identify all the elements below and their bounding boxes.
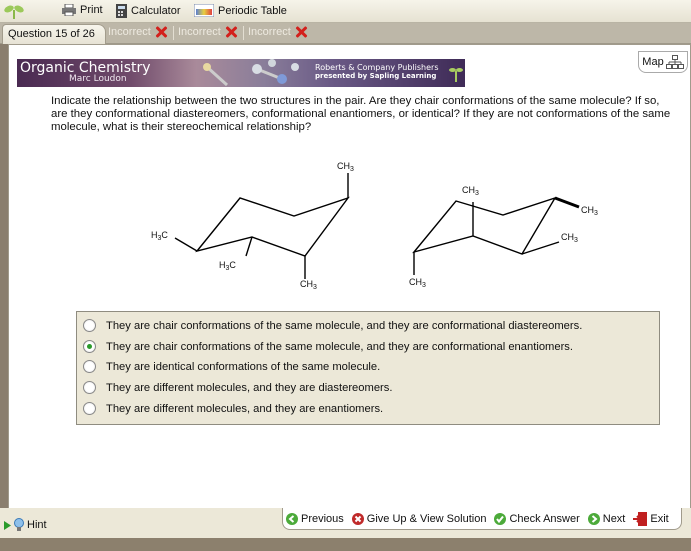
right-ch3-right-upper: CH3 [581,205,598,217]
banner-author: Marc Loudon [69,74,127,84]
left-chair-structure [174,173,350,279]
calculator-label: Calculator [131,5,181,17]
question-tab[interactable]: Question 15 of 26 [2,24,106,44]
exit-label: Exit [650,512,669,525]
choice-option-4[interactable]: They are different molecules, and they a… [83,381,392,394]
incorrect-x-icon [295,26,307,38]
map-button[interactable]: Map [638,51,688,73]
attempt-label: Incorrect [108,26,151,38]
expand-arrow-icon [4,520,11,530]
calculator-button[interactable]: Calculator [116,4,181,18]
choice-label: They are chair conformations of the same… [106,319,583,332]
question-panel: Organic Chemistry Marc Loudon Roberts & … [8,44,691,510]
sapling-logo-icon [4,5,24,19]
chair-structures-figure: CH3 H3C H3C CH3 CH3 CH3 CH3 CH3 [151,161,598,291]
check-answer-button[interactable]: Check Answer [494,512,580,525]
question-number: Question 15 of 26 [8,28,95,40]
attempt-status-1: Incorrect [108,26,167,38]
choice-radio-selected[interactable] [83,340,96,353]
hint-label: Hint [27,519,47,531]
attempt-status-3: Incorrect [248,26,307,38]
left-ch3-top: CH3 [337,161,354,173]
divider [173,26,174,40]
attempt-label: Incorrect [178,26,221,38]
molecule-graphic-icon [203,59,299,87]
sapling-sprout-icon [449,68,463,82]
choice-option-5[interactable]: They are different molecules, and they a… [83,402,383,415]
choice-option-2[interactable]: They are chair conformations of the same… [83,340,573,353]
divider [243,26,244,40]
check-icon [494,512,507,525]
periodic-table-button[interactable]: Periodic Table [194,4,287,17]
choice-radio[interactable] [83,360,96,373]
lightbulb-icon [14,518,24,531]
textbook-banner: Organic Chemistry Marc Loudon Roberts & … [17,59,465,87]
calculator-icon [116,4,127,18]
exit-door-icon [633,511,648,526]
choice-radio[interactable] [83,381,96,394]
right-ch3-bottom: CH3 [409,277,426,289]
top-toolbar: Print Calculator Periodic Table [0,0,691,23]
choice-option-3[interactable]: They are identical conformations of the … [83,360,380,373]
question-text: Indicate the relationship between the tw… [51,95,671,133]
sitemap-icon [665,55,684,69]
printer-icon [62,4,76,16]
give-up-button[interactable]: Give Up & View Solution [351,512,487,525]
incorrect-x-icon [225,26,237,38]
left-h3c-left: H3C [151,230,168,242]
choice-label: They are identical conformations of the … [106,360,381,373]
choice-label: They are different molecules, and they a… [106,402,384,415]
next-label: Next [602,512,626,525]
choice-label: They are different molecules, and they a… [106,381,393,394]
choice-radio[interactable] [83,319,96,332]
choice-label: They are chair conformations of the same… [106,340,574,353]
hint-button[interactable]: Hint [4,518,47,532]
give-up-x-icon [351,512,364,525]
left-h3c-bottom: H3C [219,260,236,272]
periodic-table-label: Periodic Table [218,4,287,17]
bottom-bar: Hint Previous Give Up & View Solution Ch… [0,508,691,538]
give-up-label: Give Up & View Solution [366,512,487,525]
exit-button[interactable]: Exit [633,511,669,526]
choice-radio[interactable] [83,402,96,415]
previous-button[interactable]: Previous [286,512,344,525]
incorrect-x-icon [155,26,167,38]
previous-label: Previous [301,512,344,525]
choice-option-1[interactable]: They are chair conformations of the same… [83,319,582,332]
right-ch3-right-lower: CH3 [561,232,578,244]
answer-choices: They are chair conformations of the same… [76,311,660,425]
print-label: Print [80,4,103,16]
next-arrow-icon [587,512,600,525]
question-tab-bar: Question 15 of 26 Incorrect Incorrect In… [0,23,691,44]
attempt-status-2: Incorrect [178,26,237,38]
next-button[interactable]: Next [587,512,626,525]
left-ch3-bottom: CH3 [300,279,317,291]
attempt-label: Incorrect [248,26,291,38]
right-ch3-top: CH3 [462,185,479,197]
navigation-bar: Previous Give Up & View Solution Check A… [282,508,682,530]
right-chair-structure [412,196,580,275]
map-label: Map [642,56,664,68]
banner-presented-by: presented by Sapling Learning [315,72,437,80]
check-answer-label: Check Answer [509,512,580,525]
print-button[interactable]: Print [62,4,103,16]
periodic-table-icon [194,4,214,17]
previous-arrow-icon [286,512,298,525]
footer-strip [0,538,691,551]
banner-publisher: Roberts & Company Publishers [315,63,439,72]
